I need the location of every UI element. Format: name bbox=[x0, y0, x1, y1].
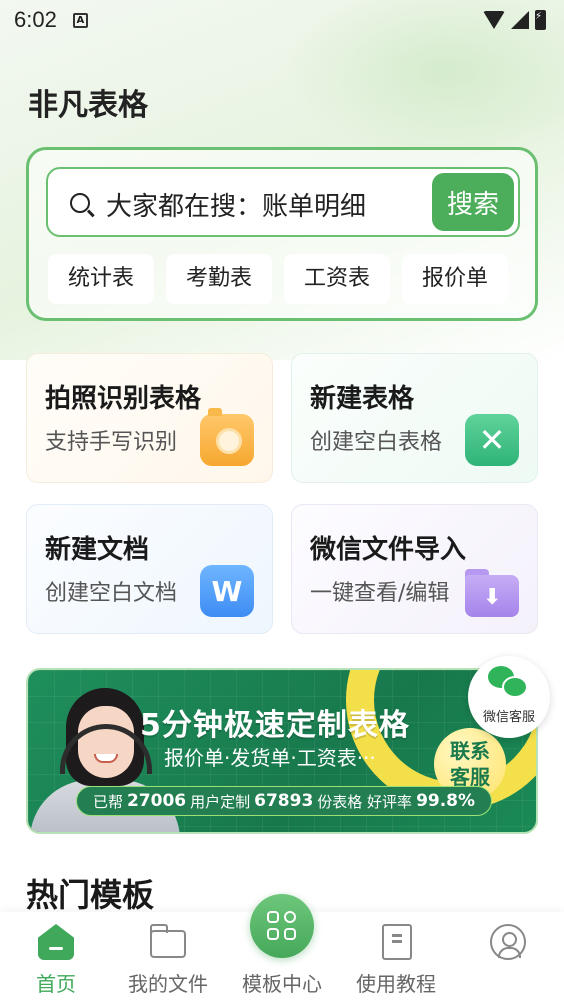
card-title: 新建文档 bbox=[45, 535, 150, 565]
grid-icon[interactable] bbox=[250, 894, 314, 958]
folder-icon bbox=[149, 924, 186, 958]
wechat-service-label: 微信客服 bbox=[482, 710, 535, 725]
card-title: 微信文件导入 bbox=[310, 535, 467, 565]
status-bar: 6:02 A bbox=[0, 0, 564, 40]
chip-statistics[interactable]: 统计表 bbox=[48, 254, 155, 304]
photo-recognize-card[interactable]: 拍照识别表格 支持手写识别 bbox=[26, 353, 273, 483]
bottom-nav: 首页 我的文件 模板中心 使用教程 bbox=[0, 894, 564, 1004]
new-spreadsheet-card[interactable]: 新建表格 创建空白表格 ✕ bbox=[291, 353, 538, 483]
home-icon bbox=[38, 924, 74, 960]
banner-stats: 已帮 27006 用户定制 67893 份表格 好评率 99.8% bbox=[76, 786, 492, 816]
card-title: 拍照识别表格 bbox=[45, 384, 202, 414]
camera-icon bbox=[200, 408, 254, 466]
wechat-import-card[interactable]: 微信文件导入 一键查看/编辑 ⬇ bbox=[291, 504, 538, 634]
chip-attendance[interactable]: 考勤表 bbox=[166, 254, 273, 304]
download-arrow-icon: ⬇ bbox=[483, 585, 502, 610]
card-subtitle: 支持手写识别 bbox=[45, 430, 178, 455]
search-button[interactable]: 搜索 bbox=[432, 173, 514, 231]
card-title: 新建表格 bbox=[310, 384, 415, 414]
card-subtitle: 创建空白表格 bbox=[310, 430, 443, 455]
word-icon: W bbox=[200, 565, 254, 617]
wechat-icon bbox=[488, 666, 530, 702]
signal-icon bbox=[511, 11, 529, 29]
search-input[interactable]: 大家都在搜：账单明细 搜索 bbox=[46, 167, 520, 237]
search-chip-list: 统计表 考勤表 工资表 报价单 bbox=[48, 254, 536, 304]
app-title: 非凡表格 bbox=[28, 88, 148, 123]
search-placeholder: 大家都在搜：账单明细 bbox=[106, 192, 367, 222]
battery-icon bbox=[535, 10, 546, 30]
status-icons bbox=[483, 10, 546, 30]
status-time: 6:02 bbox=[14, 7, 57, 32]
nav-home[interactable]: 首页 bbox=[0, 912, 112, 1004]
chip-quotation[interactable]: 报价单 bbox=[402, 254, 509, 304]
wifi-icon bbox=[483, 11, 505, 29]
banner-title: 5分钟极速定制表格 bbox=[140, 708, 410, 743]
search-icon bbox=[70, 193, 90, 213]
accessibility-indicator-icon: A bbox=[72, 12, 88, 28]
nav-tutorial[interactable]: 使用教程 bbox=[340, 912, 452, 1004]
new-document-card[interactable]: 新建文档 创建空白文档 W bbox=[26, 504, 273, 634]
card-subtitle: 一键查看/编辑 bbox=[310, 581, 450, 606]
hot-templates-title: 热门模板 bbox=[26, 876, 155, 914]
card-subtitle: 创建空白文档 bbox=[45, 581, 178, 606]
nav-profile[interactable] bbox=[452, 912, 564, 1004]
banner-subtitle: 报价单·发货单·工资表··· bbox=[164, 746, 376, 770]
custom-table-banner[interactable]: 5分钟极速定制表格 报价单·发货单·工资表··· 联系 客服 已帮 27006 … bbox=[26, 668, 538, 834]
search-card: 大家都在搜：账单明细 搜索 统计表 考勤表 工资表 报价单 bbox=[26, 147, 538, 321]
chip-salary[interactable]: 工资表 bbox=[284, 254, 391, 304]
nav-my-files[interactable]: 我的文件 bbox=[112, 912, 224, 1004]
excel-icon: ✕ bbox=[465, 414, 519, 466]
user-icon bbox=[490, 924, 526, 960]
book-icon bbox=[382, 924, 412, 960]
folder-import-icon: ⬇ bbox=[465, 565, 519, 617]
wechat-service-button[interactable]: 微信客服 bbox=[468, 656, 550, 738]
